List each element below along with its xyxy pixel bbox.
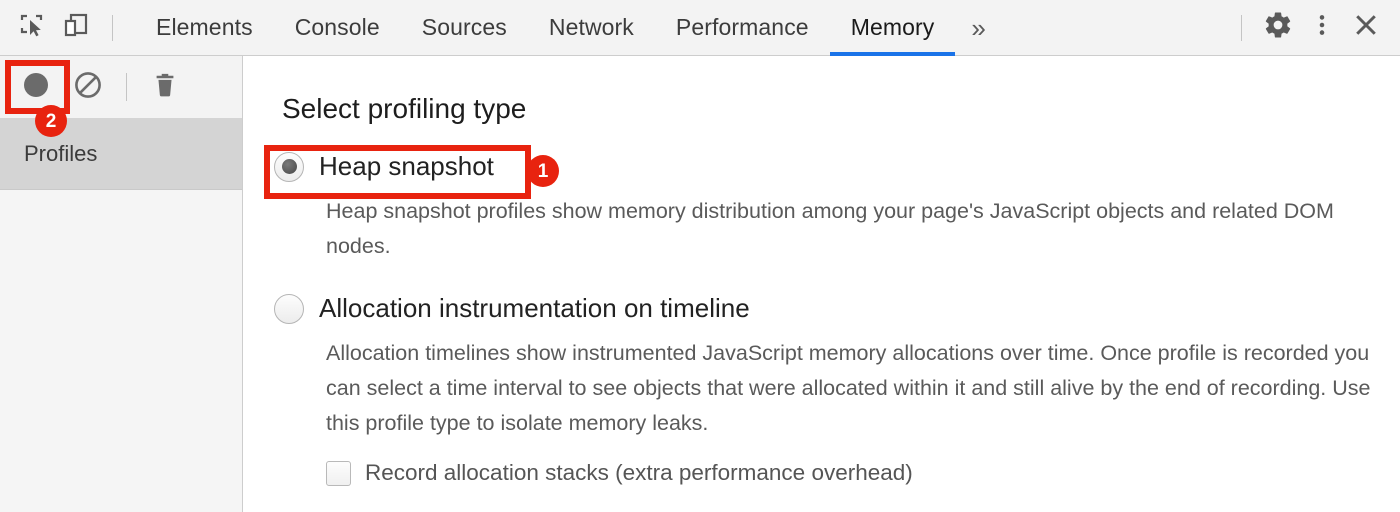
page-title: Select profiling type: [282, 93, 527, 124]
annotation-badge-2: 2: [35, 105, 67, 137]
kebab-menu-icon: [1309, 12, 1335, 43]
radio-allocation-instrumentation[interactable]: [274, 293, 304, 324]
toolbar-divider: [112, 14, 113, 41]
sidebar-item-profiles[interactable]: Profiles: [0, 119, 242, 190]
annotation-badge-label: 1: [537, 160, 549, 182]
checkbox-label: Record allocation stacks (extra performa…: [365, 460, 913, 485]
tab-label: Performance: [675, 14, 809, 40]
tab-network[interactable]: Network: [528, 0, 655, 56]
profiles-toolbar-divider: [126, 73, 127, 101]
delete-profile-button[interactable]: [139, 61, 191, 113]
devtools-body: Profiles Select profiling type Heap snap…: [0, 56, 1400, 512]
gear-icon: [1263, 10, 1293, 45]
option-label: Heap snapshot: [319, 151, 494, 181]
option-heap-snapshot: Heap snapshot Heap snapshot profiles sho…: [274, 151, 1384, 264]
checkbox-record-allocation-stacks[interactable]: [326, 460, 351, 486]
devtools-tabbar: Elements Console Sources Network Perform…: [0, 0, 1400, 56]
option-allocation-instrumentation: Allocation instrumentation on timeline A…: [274, 293, 1384, 441]
sidebar-item-label: Profiles: [24, 141, 98, 166]
tab-label: Console: [294, 14, 380, 40]
annotation-badge-1: 1: [527, 155, 559, 187]
more-tabs-button[interactable]: »: [955, 0, 1001, 56]
tab-sources[interactable]: Sources: [401, 0, 528, 56]
profiling-type-panel: Select profiling type Heap snapshot Heap…: [244, 56, 1400, 512]
radio-heap-snapshot[interactable]: [274, 151, 304, 182]
tab-label: Memory: [850, 14, 935, 40]
sidebar-empty-area: [0, 190, 242, 512]
inspect-element-button[interactable]: [10, 6, 54, 50]
kebab-menu-button[interactable]: [1300, 6, 1344, 50]
profiles-toolbar: [0, 56, 242, 119]
tab-label: Sources: [421, 14, 507, 40]
annotation-badge-label: 2: [45, 110, 57, 132]
record-circle-icon: [21, 70, 51, 105]
tab-elements[interactable]: Elements: [135, 0, 274, 56]
device-toolbar-icon: [62, 11, 90, 44]
devtools-tab-list: Elements Console Sources Network Perform…: [135, 0, 1002, 56]
record-allocation-stacks-row[interactable]: Record allocation stacks (extra performa…: [326, 460, 913, 486]
close-devtools-button[interactable]: [1344, 6, 1388, 50]
allocation-instrumentation-option[interactable]: Allocation instrumentation on timeline: [274, 293, 1384, 324]
right-icons-divider: [1241, 14, 1242, 41]
option-description: Allocation timelines show instrumented J…: [326, 341, 1371, 435]
device-toolbar-button[interactable]: [54, 6, 98, 50]
inspect-element-icon: [18, 11, 46, 44]
no-entry-icon: [73, 70, 103, 105]
settings-button[interactable]: [1256, 6, 1300, 50]
tab-label: Network: [548, 14, 634, 40]
tab-console[interactable]: Console: [274, 0, 401, 56]
tab-label: Elements: [156, 14, 253, 40]
close-icon: [1351, 10, 1381, 45]
trash-icon: [151, 71, 179, 104]
option-label: Allocation instrumentation on timeline: [319, 293, 750, 323]
option-description: Heap snapshot profiles show memory distr…: [326, 199, 1334, 258]
clear-profiles-button[interactable]: [62, 61, 114, 113]
tab-memory[interactable]: Memory: [829, 0, 956, 56]
heap-snapshot-option[interactable]: Heap snapshot: [274, 151, 1384, 182]
chevron-double-right-icon: »: [971, 12, 986, 43]
tabbar-right-icons: [1227, 6, 1388, 50]
tab-performance[interactable]: Performance: [655, 0, 830, 56]
